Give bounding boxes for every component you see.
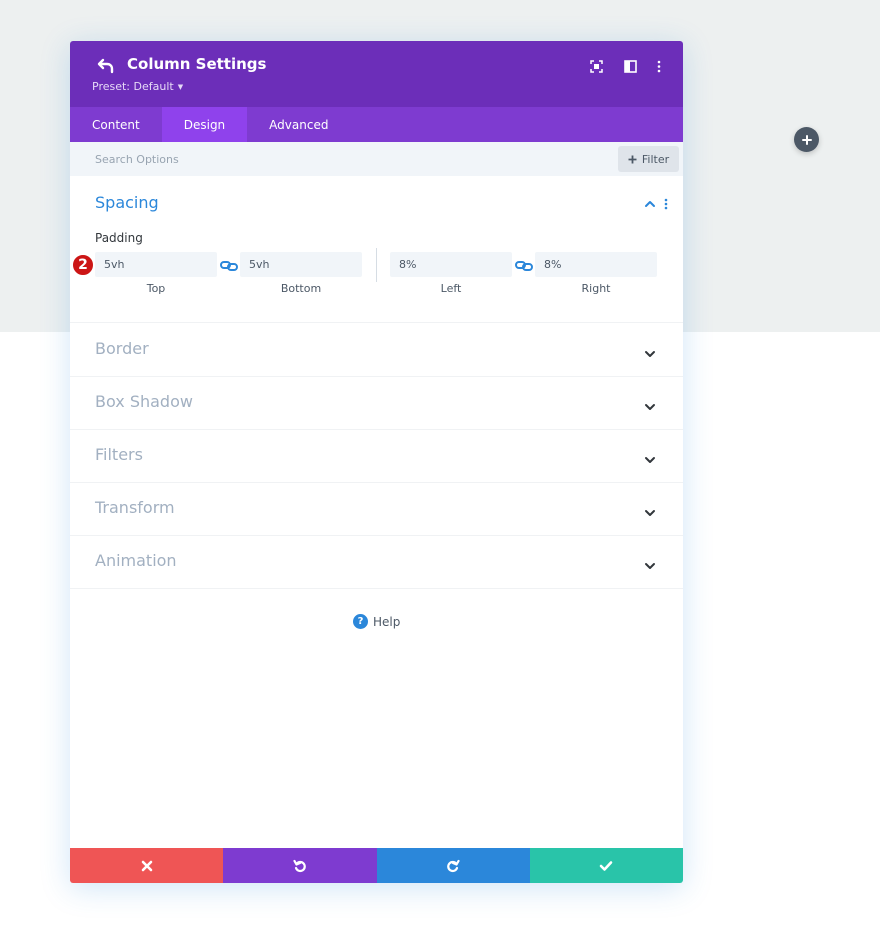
step-badge: 2 — [72, 254, 94, 276]
spacing-section: Spacing Padding 5vh 5vh 8% 8% Top Bottom… — [70, 176, 683, 323]
filter-button[interactable]: Filter — [618, 146, 679, 172]
split-view-icon[interactable] — [621, 57, 639, 75]
border-section-title: Border — [95, 339, 149, 358]
padding-divider — [376, 248, 377, 282]
padding-top-caption: Top — [146, 282, 166, 295]
plus-icon — [801, 134, 812, 145]
focus-icon[interactable] — [587, 57, 605, 75]
undo-back-icon[interactable] — [96, 57, 116, 75]
tab-bar: Content Design Advanced — [70, 107, 683, 142]
undo-button[interactable] — [223, 848, 377, 883]
redo-button[interactable] — [376, 848, 530, 883]
help-icon: ? — [353, 614, 368, 629]
chevron-down-icon — [643, 557, 657, 569]
preset-selector[interactable]: Preset: Default ▼ — [92, 80, 183, 93]
preset-label: Preset: Default — [92, 80, 174, 93]
chevron-down-icon — [643, 345, 657, 357]
section-kebab-icon[interactable] — [664, 196, 674, 210]
transform-section[interactable]: Transform — [70, 483, 683, 536]
check-icon — [600, 860, 613, 871]
tab-content[interactable]: Content — [70, 107, 162, 142]
tab-advanced[interactable]: Advanced — [247, 107, 350, 142]
spacing-section-title[interactable]: Spacing — [95, 193, 159, 212]
search-input[interactable] — [84, 147, 564, 171]
search-bar: Filter — [70, 142, 683, 176]
padding-label: Padding — [95, 231, 143, 245]
chevron-down-icon — [643, 398, 657, 410]
filter-label: Filter — [641, 152, 670, 166]
add-module-button[interactable] — [794, 127, 819, 152]
chevron-up-icon[interactable] — [643, 196, 657, 210]
padding-top-input[interactable] — [95, 252, 217, 277]
undo-icon — [293, 859, 306, 872]
cancel-button[interactable] — [70, 848, 224, 883]
modal-footer — [70, 848, 683, 883]
transform-section-title: Transform — [95, 498, 175, 517]
animation-section-title: Animation — [95, 551, 177, 570]
plus-icon — [628, 155, 637, 163]
modal-header: Column Settings Preset: Default ▼ — [70, 41, 683, 107]
caret-down-icon: ▼ — [177, 82, 184, 91]
filters-section-title: Filters — [95, 445, 143, 464]
column-settings-modal: Column Settings Preset: Default ▼ Conten… — [70, 41, 683, 883]
tab-design[interactable]: Design — [161, 107, 248, 142]
box-shadow-section[interactable]: Box Shadow — [70, 377, 683, 430]
animation-section[interactable]: Animation — [70, 536, 683, 589]
link-icon[interactable] — [220, 258, 238, 272]
chevron-down-icon — [643, 504, 657, 516]
padding-left-caption: Left — [440, 282, 462, 295]
help-link[interactable]: ? Help — [353, 614, 400, 629]
border-section[interactable]: Border — [70, 324, 683, 377]
padding-bottom-caption: Bottom — [280, 282, 322, 295]
box-shadow-section-title: Box Shadow — [95, 392, 193, 411]
kebab-menu-icon[interactable] — [650, 57, 668, 75]
link-icon[interactable] — [515, 258, 533, 272]
padding-bottom-input[interactable] — [240, 252, 362, 277]
padding-left-input[interactable] — [390, 252, 512, 277]
cancel-icon — [141, 860, 152, 871]
modal-title: Column Settings — [127, 55, 267, 73]
help-label: Help — [373, 614, 401, 629]
filters-section[interactable]: Filters — [70, 430, 683, 483]
padding-right-caption: Right — [581, 282, 611, 295]
save-button[interactable] — [529, 848, 683, 883]
padding-right-input[interactable] — [535, 252, 657, 277]
redo-icon — [447, 859, 460, 872]
chevron-down-icon — [643, 451, 657, 463]
